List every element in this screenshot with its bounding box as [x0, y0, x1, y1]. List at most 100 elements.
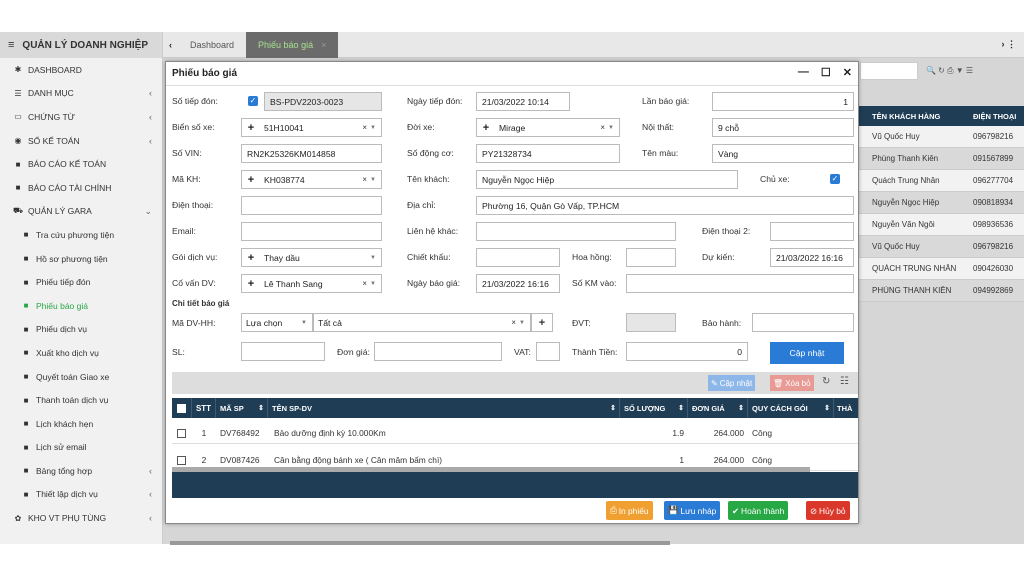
dien-thoai-field[interactable]	[241, 196, 382, 215]
select-all-checkbox[interactable]	[172, 398, 192, 418]
tab-dashboard[interactable]: Dashboard	[178, 32, 246, 58]
hoa-hong-field[interactable]	[626, 248, 676, 267]
maximize-icon[interactable]: ☐	[821, 66, 831, 79]
col-ma-sp[interactable]: MÃ SP ⇕	[216, 398, 268, 418]
plus-icon[interactable]: +	[477, 122, 495, 134]
du-kien-field[interactable]: 21/03/2022 16:16	[770, 248, 854, 267]
row-checkbox[interactable]	[177, 422, 191, 444]
save-draft-button[interactable]: 💾 Lưu nháp	[664, 501, 721, 520]
clear-icon[interactable]: ×	[362, 123, 367, 132]
columns-icon[interactable]: ☷	[840, 376, 849, 387]
sidebar-subitem-lich-khach-hen[interactable]: ■ Lịch khách hẹn	[0, 412, 162, 436]
refresh-icon[interactable]: ↻	[822, 376, 830, 387]
ngay-tiep-don-field[interactable]: 21/03/2022 10:14	[476, 92, 570, 111]
sidebar-subitem-tra-cuu[interactable]: ■ Tra cứu phương tiện	[0, 223, 162, 247]
hamburger-icon[interactable]: ≡	[8, 39, 14, 51]
clear-icon[interactable]: ×	[511, 318, 516, 327]
dvt-field[interactable]	[626, 313, 676, 332]
col-don-gia[interactable]: ĐƠN GIÁ ⇕	[688, 398, 748, 418]
col-quy-cach[interactable]: QUY CÁCH GÓI ⇕	[748, 398, 834, 418]
print-button[interactable]: ⎙ In phiếu	[606, 501, 653, 520]
table-row[interactable]: Quách Trung Nhân 096277704	[858, 170, 1024, 192]
sidebar-item-quan-ly-gara[interactable]: ⛟ QUẢN LÝ GARA ⌄	[0, 200, 162, 224]
sidebar-subitem-phieu-dich-vu[interactable]: ■ Phiếu dịch vụ	[0, 318, 162, 342]
lan-bao-gia-field[interactable]: 1	[712, 92, 854, 111]
clear-icon[interactable]: ×	[362, 175, 367, 184]
plus-icon[interactable]: +	[242, 122, 260, 134]
so-km-vao-field[interactable]	[626, 274, 854, 293]
minimize-icon[interactable]: —	[798, 66, 809, 79]
table-delete-button[interactable]: 🗑 Xóa bỏ	[770, 375, 814, 391]
thanh-tien-field[interactable]: 0	[626, 342, 748, 361]
sidebar-subitem-quyet-toan[interactable]: ■ Quyết toán Giao xe	[0, 365, 162, 389]
sidebar-item-bao-cao-ke-toan[interactable]: ■ BÁO CÁO KẾ TOÁN	[0, 152, 162, 176]
sidebar-item-kho-vt[interactable]: ✿ KHO VT PHỤ TÙNG ‹	[0, 506, 162, 530]
co-van-dv-select[interactable]: + Lê Thanh Sang × ▼	[241, 274, 382, 293]
ma-kh-select[interactable]: + KH038774 × ▼	[241, 170, 382, 189]
don-gia-field[interactable]	[374, 342, 502, 361]
so-tiep-don-checkbox[interactable]: ✓	[248, 96, 258, 106]
ten-khach-field[interactable]: Nguyễn Ngọc Hiệp	[476, 170, 738, 189]
so-tiep-don-field[interactable]: BS-PDV2203-0023	[264, 92, 382, 111]
col-so-luong[interactable]: SỐ LƯỢNG ⇕	[620, 398, 688, 418]
complete-button[interactable]: ✔ Hoàn thành	[728, 501, 789, 520]
ma-dv-value-select[interactable]: Tất cả × ▼	[313, 313, 531, 332]
sidebar-item-so-ke-toan[interactable]: ◉ SỔ KẾ TOÁN ‹	[0, 129, 162, 153]
sidebar-subitem-phieu-tiep-don[interactable]: ■ Phiếu tiếp đón	[0, 270, 162, 294]
doi-xe-select[interactable]: + Mirage × ▼	[476, 118, 620, 137]
sidebar-header[interactable]: ≡ QUẢN LÝ DOANH NGHIỆP	[0, 32, 162, 58]
plus-icon[interactable]: +	[242, 174, 260, 186]
sidebar-subitem-ho-so[interactable]: ■ Hồ sơ phương tiện	[0, 247, 162, 271]
email-field[interactable]	[241, 222, 382, 241]
sidebar-subitem-thanh-toan[interactable]: ■ Thanh toán dịch vụ	[0, 388, 162, 412]
sidebar-subitem-thiet-lap[interactable]: ■ Thiết lập dịch vụ ‹	[0, 483, 162, 507]
noi-that-field[interactable]: 9 chỗ	[712, 118, 854, 137]
table-row[interactable]: Vũ Quốc Huy 096798216	[858, 236, 1024, 258]
cancel-button[interactable]: ⊘ Hủy bỏ	[806, 501, 850, 520]
sidebar-subitem-phieu-bao-gia[interactable]: ■ Phiếu báo giá	[0, 294, 162, 318]
table-update-button[interactable]: ✎ Cập nhật	[708, 375, 756, 391]
table-row[interactable]: Nguyễn Văn Ngôi 098936536	[858, 214, 1024, 236]
bien-so-xe-select[interactable]: + 51H10041 × ▼	[241, 118, 382, 137]
close-icon[interactable]: ×	[321, 40, 326, 50]
so-vin-field[interactable]: RN2K25326KM014858	[241, 144, 382, 163]
goi-dich-vu-select[interactable]: + Thay dầu ▼	[241, 248, 382, 267]
sidebar-item-bao-cao-tai-chinh[interactable]: ■ BÁO CÁO TÀI CHÍNH	[0, 176, 162, 200]
vat-field[interactable]	[536, 342, 560, 361]
sidebar-item-chung-tu[interactable]: ▭ CHỨNG TỪ ‹	[0, 105, 162, 129]
close-icon[interactable]: ✕	[843, 66, 852, 79]
chevron-right-icon[interactable]: › ⋮	[1002, 39, 1017, 50]
sidebar-item-danh-muc[interactable]: ☰ DANH MỤC ‹	[0, 82, 162, 106]
chu-xe-checkbox[interactable]: ✓	[830, 174, 840, 184]
bao-hanh-field[interactable]	[752, 313, 854, 332]
dien-thoai-2-field[interactable]	[770, 222, 854, 241]
col-ten-sp[interactable]: TÊN SP-DV ⇕	[268, 398, 620, 418]
table-row[interactable]: PHÙNG THANH KIÊN 094992869	[858, 280, 1024, 302]
sidebar-item-dashboard[interactable]: ✱ DASHBOARD	[0, 58, 162, 82]
ten-mau-field[interactable]: Vàng	[712, 144, 854, 163]
plus-icon[interactable]: +	[242, 278, 260, 290]
table-row[interactable]: Phùng Thanh Kiên 091567899	[858, 148, 1024, 170]
sidebar-subitem-xuat-kho[interactable]: ■ Xuất kho dịch vụ	[0, 341, 162, 365]
chevron-left-icon[interactable]: ‹	[163, 40, 178, 50]
plus-icon[interactable]: +	[242, 252, 260, 264]
table-row[interactable]: QUÁCH TRUNG NHÂN 090426030	[858, 258, 1024, 280]
add-service-button[interactable]: +	[531, 313, 553, 332]
table-row[interactable]: Vũ Quốc Huy 096798216	[858, 126, 1024, 148]
clear-icon[interactable]: ×	[362, 279, 367, 288]
update-button[interactable]: Cập nhật	[770, 342, 844, 364]
ngay-bao-gia-field[interactable]: 21/03/2022 16:16	[476, 274, 560, 293]
col-thanh-tien[interactable]: THÀ	[834, 398, 858, 418]
horizontal-scrollbar[interactable]	[170, 541, 670, 545]
sl-field[interactable]	[241, 342, 325, 361]
tab-phieu-bao-gia[interactable]: Phiếu báo giá ×	[246, 31, 339, 58]
background-toolbar-icons[interactable]: 🔍 ↻ ⎙ ▼ ☰	[926, 66, 973, 76]
clear-icon[interactable]: ×	[600, 123, 605, 132]
sidebar-subitem-lich-su-email[interactable]: ■ Lịch sử email	[0, 436, 162, 460]
dia-chi-field[interactable]: Phường 16, Quận Gò Vấp, TP.HCM	[476, 196, 854, 215]
chiet-khau-field[interactable]	[476, 248, 560, 267]
table-row[interactable]: Nguyễn Ngọc Hiệp 090818934	[858, 192, 1024, 214]
background-search-input[interactable]	[860, 62, 918, 80]
so-dong-co-field[interactable]: PY21328734	[476, 144, 620, 163]
sidebar-subitem-bang-tong-hop[interactable]: ■ Bảng tổng hợp ‹	[0, 459, 162, 483]
